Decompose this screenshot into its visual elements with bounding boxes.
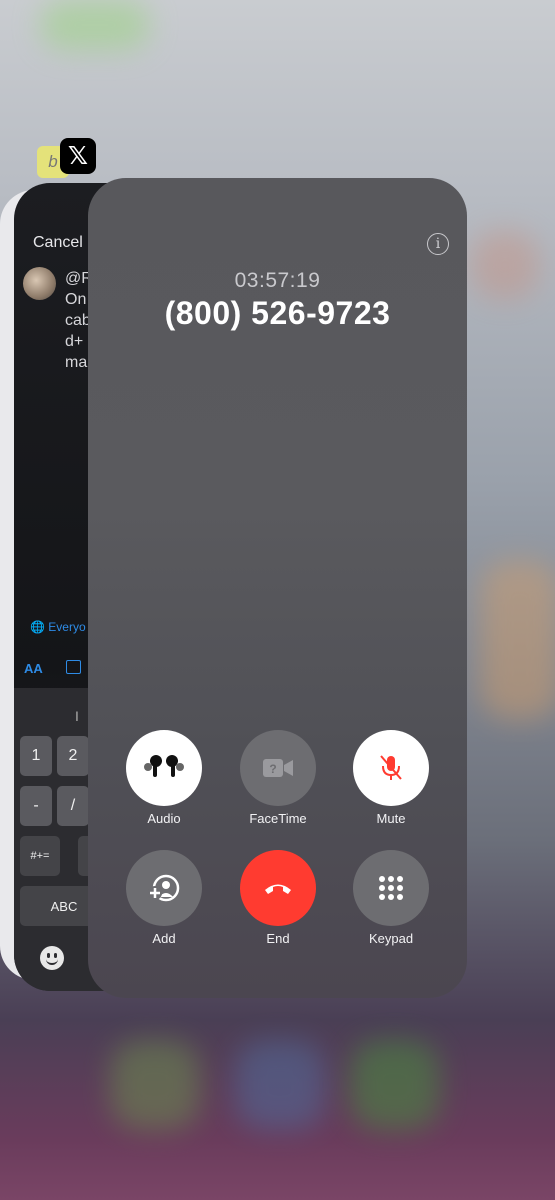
add-label: Add: [152, 931, 176, 946]
airpods-icon: [144, 755, 184, 777]
end-label: End: [266, 931, 290, 946]
image-icon[interactable]: [66, 660, 81, 674]
mute-mic-icon: [380, 755, 402, 780]
key-2[interactable]: 2: [57, 736, 89, 776]
key-slash[interactable]: /: [57, 786, 89, 826]
key-symbols[interactable]: #+=: [20, 836, 60, 876]
facetime-label: FaceTime: [249, 811, 307, 826]
keypad-label: Keypad: [368, 931, 414, 946]
facetime-button[interactable]: ?: [240, 730, 316, 806]
phone-call-card[interactable]: i 03:57:19 (800) 526-9723 Audio ? FaceTi…: [88, 178, 467, 998]
add-call-button[interactable]: [126, 850, 202, 926]
keypad-icon: [379, 876, 403, 900]
audience-selector[interactable]: 🌐 Everyo: [30, 620, 86, 634]
cancel-button[interactable]: Cancel: [33, 234, 83, 252]
key-1[interactable]: 1: [20, 736, 52, 776]
facetime-icon: ?: [263, 759, 293, 777]
audio-label: Audio: [147, 811, 181, 826]
x-app-logo: 𝕏: [60, 138, 96, 174]
avatar: [23, 267, 56, 300]
end-call-button[interactable]: [240, 850, 316, 926]
end-call-icon: [265, 884, 291, 894]
text-cursor: I: [75, 708, 79, 724]
audio-button[interactable]: [126, 730, 202, 806]
text-format-button[interactable]: AA: [24, 661, 43, 676]
call-timer: 03:57:19: [234, 269, 321, 292]
add-call-icon: [148, 874, 180, 902]
keypad-button[interactable]: [353, 850, 429, 926]
phone-number: (800) 526-9723: [164, 295, 391, 331]
svg-text:?: ?: [269, 762, 276, 776]
mute-label: Mute: [376, 811, 406, 826]
key-minus[interactable]: -: [20, 786, 52, 826]
info-icon[interactable]: i: [427, 233, 449, 255]
emoji-icon[interactable]: [40, 946, 64, 970]
mute-button[interactable]: [353, 730, 429, 806]
globe-icon: 🌐: [30, 620, 45, 634]
